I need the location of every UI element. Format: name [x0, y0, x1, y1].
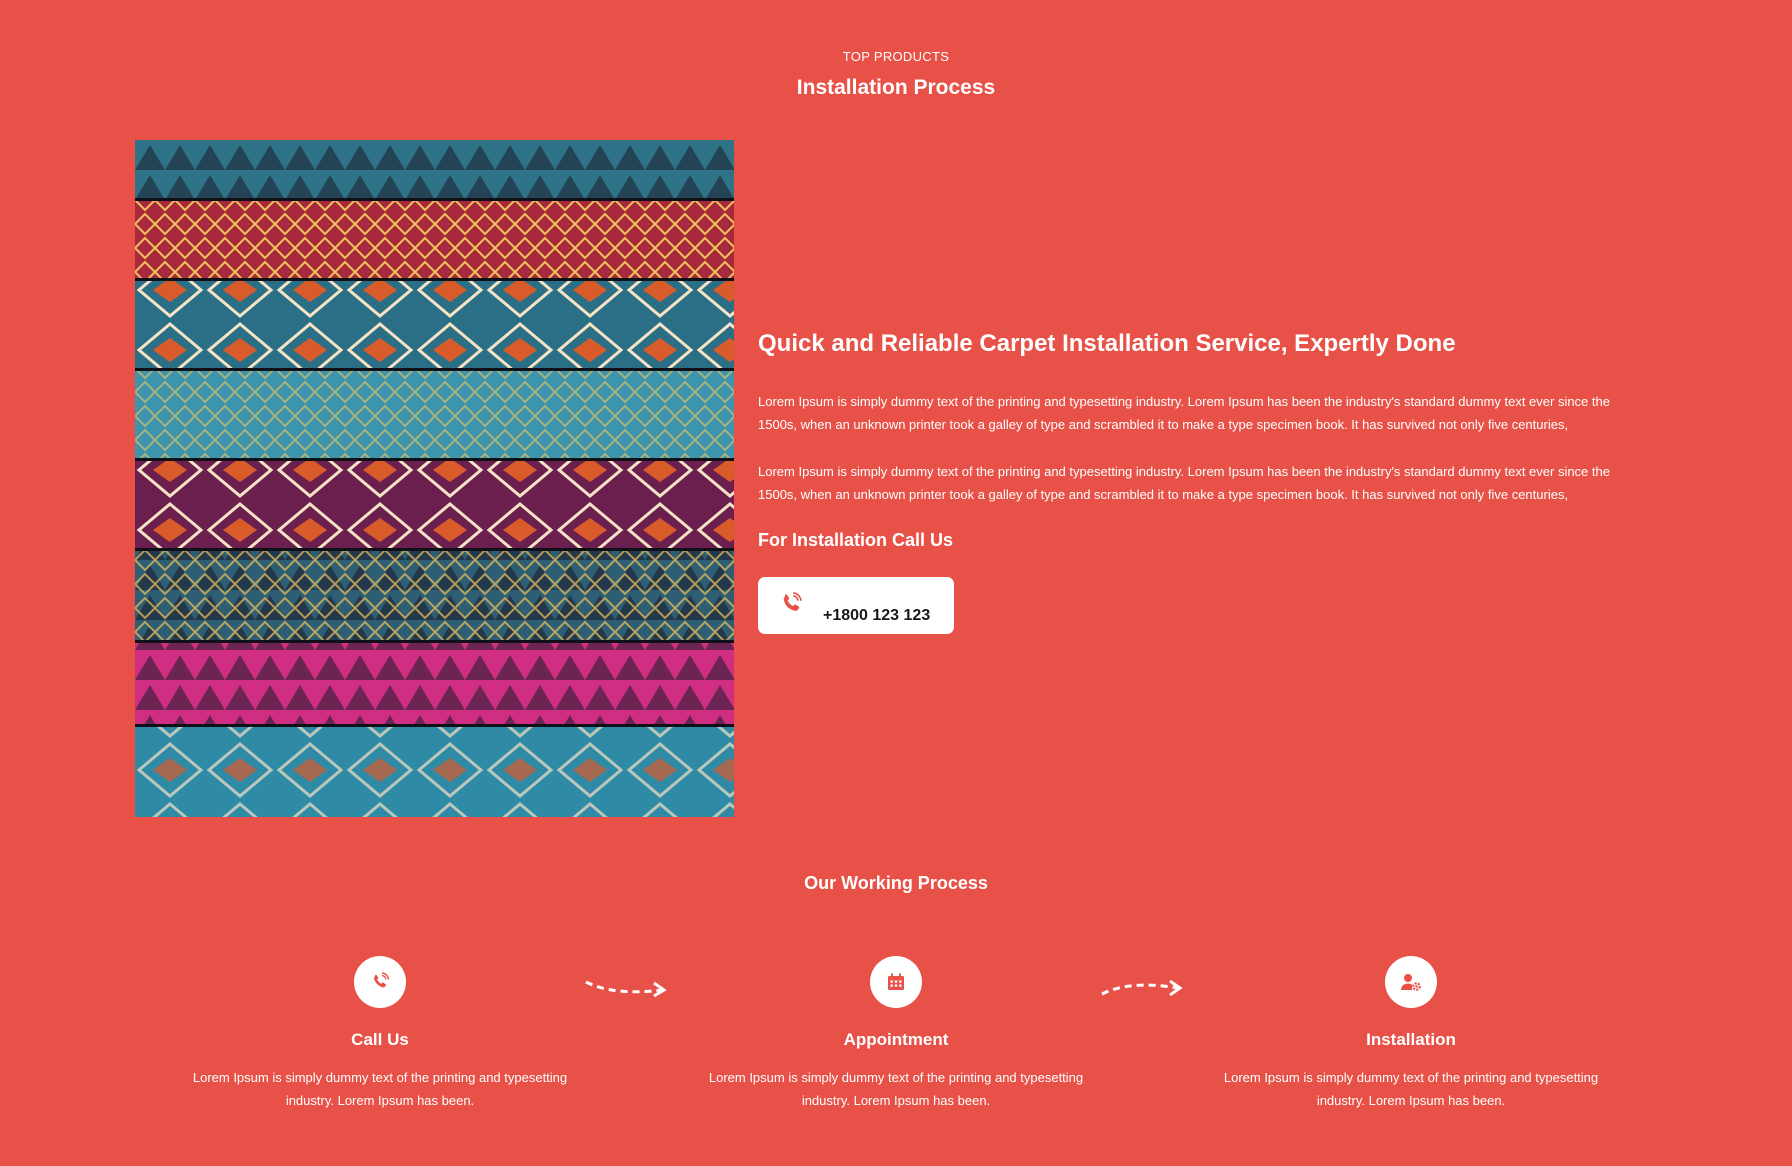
hero-headline: Quick and Reliable Carpet Installation S… — [758, 330, 1456, 357]
step-icon-circle — [354, 956, 406, 1008]
step-description: Lorem Ipsum is simply dummy text of the … — [708, 1070, 1084, 1108]
calendar-icon — [888, 973, 904, 990]
step-label: Call Us — [351, 1030, 409, 1049]
step-description: Lorem Ipsum is simply dummy text of the … — [1223, 1070, 1599, 1108]
dashed-arrow-icon — [585, 980, 667, 998]
hero-content: Quick and Reliable Carpet Installation S… — [758, 328, 1648, 634]
process-step-call: Call Us Lorem Ipsum is simply dummy text… — [170, 956, 590, 1112]
dashed-arrow-icon — [1101, 979, 1183, 997]
phone-number: +1800 123 123 — [823, 607, 931, 624]
step-icon-circle — [870, 956, 922, 1008]
call-title: For Installation Call Us — [758, 530, 954, 550]
carpet-stack-image — [135, 140, 734, 817]
hero-paragraph: Lorem Ipsum is simply dummy text of the … — [758, 394, 1610, 432]
user-gear-icon — [1401, 974, 1421, 991]
step-icon-circle — [1385, 956, 1437, 1008]
phone-contact-button[interactable]: +1800 123 123 — [758, 577, 954, 634]
phone-icon — [778, 591, 804, 617]
process-step-installation: Installation Lorem Ipsum is simply dummy… — [1201, 956, 1621, 1112]
process-title: Our Working Process — [804, 873, 988, 893]
step-label: Appointment — [843, 1030, 949, 1049]
section-eyebrow: TOP PRODUCTS — [842, 49, 950, 64]
step-description: Lorem Ipsum is simply dummy text of the … — [192, 1070, 568, 1108]
step-label: Installation — [1366, 1030, 1456, 1049]
process-step-appointment: Appointment Lorem Ipsum is simply dummy … — [686, 956, 1106, 1112]
phone-icon — [374, 972, 390, 988]
hero-paragraph: Lorem Ipsum is simply dummy text of the … — [758, 464, 1610, 502]
section-title: Installation Process — [796, 76, 996, 99]
